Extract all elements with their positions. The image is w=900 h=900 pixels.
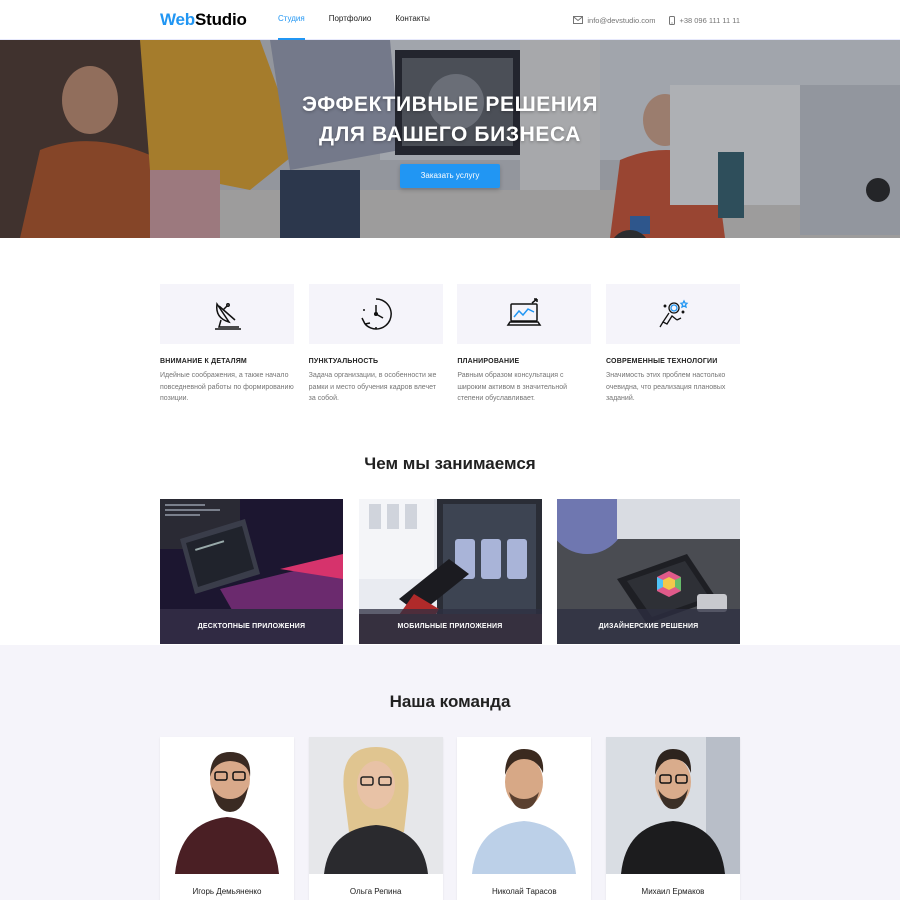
team-member-card: Ольга Репина (308, 737, 443, 900)
member-name: Михаил Ермаков (641, 887, 705, 896)
laptop-chart-icon (506, 298, 542, 326)
service-label: ДЕСКТОПНЫЕ ПРИЛОЖЕНИЯ (160, 609, 343, 644)
member-photo (605, 737, 740, 874)
logo-studio: Studio (194, 10, 247, 29)
phone-icon (669, 15, 676, 25)
feature-icon-box (160, 284, 294, 344)
team-list: Игорь Демьяненко Ольга Репина Николай Та… (160, 737, 740, 900)
member-name: Ольга Репина (349, 887, 402, 896)
hero-title: ЭФФЕКТИВНЫЕ РЕШЕНИЯ ДЛЯ ВАШЕГО БИЗНЕСА (0, 90, 900, 150)
feature-text: Задача организации, в особенности же рам… (308, 372, 437, 402)
member-name: Игорь Демьяненко (192, 887, 262, 896)
feature-icon-box (457, 284, 592, 344)
service-card-desktop[interactable]: ДЕСКТОПНЫЕ ПРИЛОЖЕНИЯ (160, 499, 343, 644)
feature-item: ПУНКТУАЛЬНОСТЬ Задача организации, в осо… (308, 284, 443, 405)
email-text: info@devstudio.com (587, 15, 656, 25)
member-photo (457, 737, 592, 874)
email-link[interactable]: info@devstudio.com (573, 16, 655, 25)
hero-section: ЭФФЕКТИВНЫЕ РЕШЕНИЯ ДЛЯ ВАШЕГО БИЗНЕСА З… (0, 40, 900, 238)
feature-title: ПУНКТУАЛЬНОСТЬ (308, 358, 379, 365)
service-card-mobile[interactable]: МОБИЛЬНЫЕ ПРИЛОЖЕНИЯ (358, 499, 542, 644)
phone-text: +38 096 111 11 11 (679, 15, 740, 25)
feature-title: СОВРЕМЕННЫЕ ТЕХНОЛОГИИ (605, 358, 718, 365)
service-card-design[interactable]: ДИЗАЙНЕРСКИЕ РЕШЕНИЯ (557, 499, 740, 644)
order-service-button[interactable]: Заказать услугу (400, 164, 500, 188)
feature-title: ВНИМАНИЕ К ДЕТАЛЯМ (160, 358, 247, 365)
main-nav: Студия Портфолио Контакты (278, 0, 454, 40)
services-title: Чем мы занимаемся (364, 454, 536, 473)
nav-item-contacts[interactable]: Контакты (395, 0, 430, 40)
astronaut-icon (659, 299, 689, 328)
service-label: МОБИЛЬНЫЕ ПРИЛОЖЕНИЯ (358, 609, 542, 644)
member-photo (160, 737, 294, 874)
feature-item: СОВРЕМЕННЫЕ ТЕХНОЛОГИИ Значимость этих п… (605, 284, 740, 405)
feature-text: Равным образом консультация с широким ак… (457, 372, 568, 402)
service-label: ДИЗАЙНЕРСКИЕ РЕШЕНИЯ (557, 609, 740, 644)
header-contacts: info@devstudio.com +38 096 111 11 11 (559, 0, 740, 40)
logo[interactable]: WebStudio (160, 10, 247, 30)
feature-text: Значимость этих проблем настолько очевид… (605, 372, 726, 402)
satellite-dish-icon (215, 301, 241, 330)
feature-text: Идейные соображения, а также начало повс… (160, 372, 294, 402)
team-member-card: Николай Тарасов (457, 737, 592, 900)
team-member-card: Игорь Демьяненко (160, 737, 294, 900)
feature-item: ВНИМАНИЕ К ДЕТАЛЯМ Идейные соображения, … (160, 284, 294, 405)
nav-item-studio[interactable]: Студия (278, 0, 305, 40)
site-header: WebStudio Студия Портфолио Контакты info… (0, 0, 900, 40)
clock-icon (360, 298, 392, 330)
phone-link[interactable]: +38 096 111 11 11 (669, 15, 740, 25)
feature-item: ПЛАНИРОВАНИЕ Равным образом консультация… (457, 284, 592, 405)
feature-icon-box (605, 284, 740, 344)
logo-web: Web (160, 10, 195, 29)
team-title: Наша команда (389, 692, 511, 711)
nav-item-portfolio[interactable]: Портфолио (329, 0, 372, 40)
team-member-card: Михаил Ермаков (605, 737, 740, 900)
feature-icon-box (308, 284, 443, 344)
mail-icon (573, 16, 584, 24)
features-list: ВНИМАНИЕ К ДЕТАЛЯМ Идейные соображения, … (160, 284, 740, 405)
feature-title: ПЛАНИРОВАНИЕ (457, 358, 520, 365)
services-list: ДЕСКТОПНЫЕ ПРИЛОЖЕНИЯ МОБИЛЬНЫЕ ПРИЛОЖЕН… (160, 499, 740, 644)
hero-title-line1: ЭФФЕКТИВНЫЕ РЕШЕНИЯ (301, 93, 599, 116)
member-photo (308, 737, 443, 874)
member-name: Николай Тарасов (492, 887, 557, 896)
hero-title-line2: ДЛЯ ВАШЕГО БИЗНЕСА (319, 123, 581, 146)
